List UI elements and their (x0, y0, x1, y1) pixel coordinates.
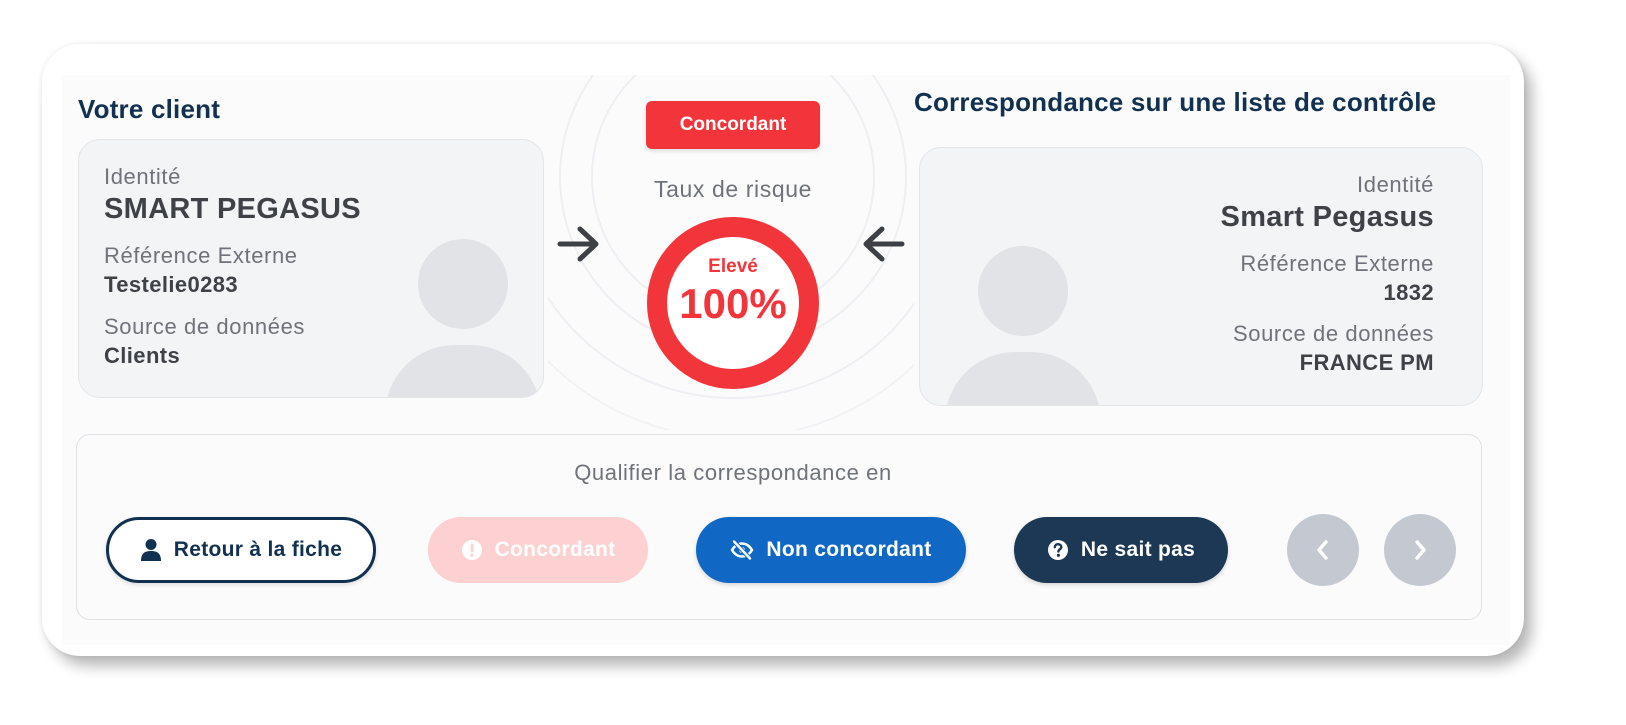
watchlist-section-title: Correspondance sur une liste de contrôle (914, 87, 1437, 117)
concordant-label: Concordant (494, 538, 616, 561)
unknown-button[interactable]: Ne sait pas (1014, 517, 1228, 583)
risk-level-text: Elevé (708, 256, 758, 277)
user-icon (140, 539, 161, 561)
client-source-value: Clients (104, 343, 181, 368)
client-source-label: Source de données (104, 314, 306, 339)
chevron-left-icon (1317, 540, 1328, 560)
chevron-right-icon (1415, 540, 1426, 560)
client-ref-label: Référence Externe (104, 243, 298, 268)
watchlist-source-label: Source de données (1232, 321, 1434, 346)
qualification-prompt: Qualifier la correspondance en (574, 460, 892, 485)
client-avatar-body (385, 345, 541, 397)
watchlist-ref-value: 1832 (1383, 280, 1434, 305)
exclamation-circle-icon (461, 540, 482, 560)
watchlist-identity-label: Identité (1357, 172, 1434, 197)
eye-slash-icon (730, 539, 754, 561)
back-to-record-label: Retour à la fiche (173, 538, 343, 561)
client-ref-value: Testelie0283 (104, 272, 239, 297)
watchlist-ref-label: Référence Externe (1240, 251, 1434, 276)
client-avatar-head (418, 239, 508, 329)
client-section-title: Votre client (78, 94, 221, 124)
watchlist-identity-value: Smart Pegasus (1220, 201, 1434, 233)
client-identity-value: SMART PEGASUS (104, 193, 361, 225)
risk-rate-label: Taux de risque (654, 176, 812, 202)
arrow-left-icon (863, 226, 905, 262)
client-identity-label: Identité (104, 164, 181, 189)
next-button[interactable] (1384, 514, 1456, 586)
previous-button[interactable] (1287, 514, 1359, 586)
back-to-record-button[interactable]: Retour à la fiche (106, 517, 376, 583)
arrow-right-icon (557, 226, 599, 262)
match-status-badge: Concordant (646, 101, 820, 149)
non-concordant-label: Non concordant (766, 538, 932, 561)
concordant-button[interactable]: Concordant (428, 517, 648, 583)
watchlist-avatar-head (978, 246, 1068, 336)
unknown-label: Ne sait pas (1080, 538, 1196, 561)
watchlist-source-value: FRANCE PM (1299, 350, 1434, 375)
non-concordant-button[interactable]: Non concordant (696, 517, 966, 583)
question-circle-icon (1047, 540, 1068, 560)
watchlist-avatar-body (945, 352, 1101, 405)
risk-percent-text: 100% (679, 280, 787, 327)
